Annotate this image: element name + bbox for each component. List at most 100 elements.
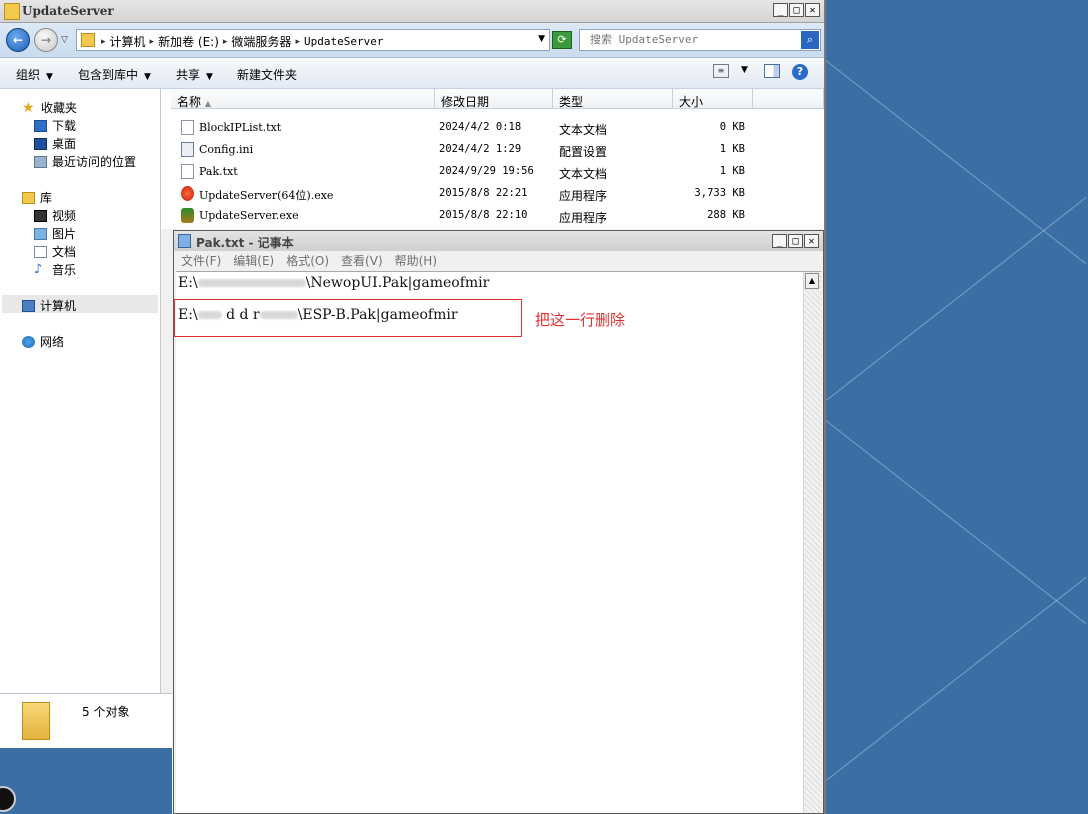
file-size: 0 KB — [719, 121, 745, 133]
nav-music[interactable]: ♪ 音乐 — [34, 261, 76, 278]
notepad-text-area[interactable]: E:\ \NewopUI.Pak|gameofmir E:\ d d r \ESP-… — [174, 271, 821, 813]
organize-button[interactable]: 组织 ▼ — [16, 66, 53, 83]
address-dropdown[interactable]: ▼ — [538, 34, 545, 44]
music-note-icon: ♪ — [34, 261, 43, 277]
search-input[interactable] — [590, 33, 795, 46]
file-row[interactable]: Config.ini 2024/4/2 1:29 配置设置 1 KB — [161, 139, 824, 161]
chevron-down-icon: ▼ — [206, 72, 213, 82]
search-icon[interactable]: ⌕ — [801, 31, 819, 49]
file-size: 288 KB — [707, 209, 745, 221]
video-icon — [34, 209, 47, 222]
recent-places-icon — [34, 155, 47, 168]
back-button[interactable]: ← — [6, 28, 30, 52]
annotation-label: 把这一行删除 — [535, 311, 626, 329]
menu-view[interactable]: 查看(V) — [341, 252, 383, 269]
column-header-type[interactable]: 类型 — [553, 89, 673, 109]
chevron-down-icon: ▼ — [46, 72, 53, 82]
config-file-icon — [181, 142, 194, 157]
watermark-line — [825, 420, 1087, 624]
exe-red-icon — [181, 186, 194, 201]
file-row[interactable]: UpdateServer(64位).exe 2015/8/8 22:21 应用程… — [161, 183, 824, 205]
notepad-window: Pak.txt - 记事本 _ □ ✕ 文件(F) 编辑(E) 格式(O) 查看… — [173, 230, 824, 814]
close-button[interactable]: ✕ — [805, 3, 820, 17]
watermark-line — [825, 60, 1087, 264]
column-header-empty — [753, 89, 824, 109]
notepad-titlebar[interactable]: Pak.txt - 记事本 _ □ ✕ — [174, 231, 823, 251]
details-pane: 5 个对象 — [0, 693, 172, 748]
breadcrumb-item[interactable]: 微端服务器 — [231, 33, 291, 50]
window-controls: _ □ ✕ — [772, 234, 819, 248]
file-type: 文本文档 — [559, 123, 608, 137]
scroll-up-icon[interactable]: ▲ — [805, 273, 819, 289]
command-bar: 组织 ▼ 包含到库中 ▼ 共享 ▼ 新建文件夹 ≡ ▼ ? — [0, 58, 824, 89]
recent-pages-dropdown[interactable]: ▽ — [61, 35, 68, 45]
nav-downloads[interactable]: 下载 — [34, 117, 76, 134]
menu-format[interactable]: 格式(O) — [286, 252, 329, 269]
menu-file[interactable]: 文件(F) — [181, 252, 221, 269]
nav-network[interactable]: 网络 — [22, 333, 64, 350]
notepad-menubar: 文件(F) 编辑(E) 格式(O) 查看(V) 帮助(H) — [174, 251, 823, 270]
search-box: ⌕ — [579, 29, 821, 51]
nav-favorites[interactable]: ★ 收藏夹 — [22, 99, 77, 116]
file-type: 配置设置 — [559, 145, 608, 159]
column-header-size[interactable]: 大小 — [673, 89, 753, 109]
nav-videos[interactable]: 视频 — [34, 207, 76, 224]
minimize-button[interactable]: _ — [772, 234, 787, 248]
refresh-button[interactable]: ⟳ — [552, 31, 572, 49]
file-modified: 2024/4/2 0:18 — [439, 121, 522, 133]
window-title: UpdateServer — [22, 4, 114, 18]
explorer-titlebar[interactable]: UpdateServer _ □ ✕ — [0, 0, 824, 23]
column-header-modified[interactable]: 修改日期 — [435, 89, 553, 109]
nav-pictures[interactable]: 图片 — [34, 225, 76, 242]
annotation-highlight-box — [174, 299, 522, 337]
menu-help[interactable]: 帮助(H) — [395, 252, 437, 269]
file-modified: 2024/9/29 19:56 — [439, 165, 534, 177]
address-box[interactable]: ▸ 计算机 ▸ 新加卷 (E:) ▸ 微端服务器 ▸ UpdateServer … — [76, 29, 550, 51]
close-button[interactable]: ✕ — [804, 234, 819, 248]
nav-recent-places[interactable]: 最近访问的位置 — [34, 153, 136, 170]
minimize-button[interactable]: _ — [773, 3, 788, 17]
nav-libraries[interactable]: 库 — [22, 189, 52, 206]
maximize-button[interactable]: □ — [789, 3, 804, 17]
text-file-icon — [181, 120, 194, 135]
file-size: 1 KB — [719, 143, 745, 155]
address-bar-row: ← → ▽ ▸ 计算机 ▸ 新加卷 (E:) ▸ 微端服务器 ▸ UpdateS… — [0, 23, 824, 58]
star-icon: ★ — [22, 99, 35, 116]
file-row[interactable]: BlockIPList.txt 2024/4/2 0:18 文本文档 0 KB — [161, 117, 824, 139]
maximize-button[interactable]: □ — [788, 234, 803, 248]
file-name: Config.ini — [199, 143, 254, 156]
download-folder-icon — [34, 119, 47, 132]
include-in-library-button[interactable]: 包含到库中 ▼ — [78, 66, 151, 83]
item-count: 5 个对象 — [82, 705, 130, 719]
file-list: 名称 ▲ 修改日期 类型 大小 BlockIPList.txt 2024/4/2… — [161, 89, 824, 229]
vertical-scrollbar[interactable]: ▲ — [803, 272, 821, 813]
breadcrumb-item[interactable]: 计算机 — [110, 33, 146, 50]
file-type: 文本文档 — [559, 167, 608, 181]
forward-button[interactable]: → — [34, 28, 58, 52]
menu-edit[interactable]: 编辑(E) — [233, 252, 274, 269]
desktop-icon — [34, 137, 47, 150]
new-folder-button[interactable]: 新建文件夹 — [237, 66, 297, 83]
breadcrumb: ▸ 计算机 ▸ 新加卷 (E:) ▸ 微端服务器 ▸ UpdateServer — [101, 33, 384, 50]
share-button[interactable]: 共享 ▼ — [176, 66, 213, 83]
window-controls: _ □ ✕ — [773, 3, 820, 17]
change-view-icon[interactable]: ≡ — [713, 64, 729, 78]
file-name: UpdateServer(64位).exe — [199, 189, 334, 202]
file-row[interactable]: UpdateServer.exe 2015/8/8 22:10 应用程序 288… — [161, 205, 824, 227]
folder-icon — [4, 3, 20, 20]
nav-documents[interactable]: 文档 — [34, 243, 76, 260]
chevron-down-icon: ▼ — [144, 72, 151, 82]
nav-computer[interactable]: 计算机 — [22, 297, 76, 314]
file-size: 3,733 KB — [694, 187, 745, 199]
breadcrumb-item[interactable]: UpdateServer — [304, 35, 383, 48]
preview-pane-icon[interactable] — [764, 64, 780, 78]
file-row[interactable]: Pak.txt 2024/9/29 19:56 文本文档 1 KB — [161, 161, 824, 183]
nav-desktop[interactable]: 桌面 — [34, 135, 76, 152]
notepad-icon — [178, 234, 191, 248]
breadcrumb-item[interactable]: 新加卷 (E:) — [158, 33, 219, 50]
help-icon[interactable]: ? — [792, 64, 808, 80]
file-modified: 2015/8/8 22:21 — [439, 187, 528, 199]
view-options-dropdown[interactable]: ▼ — [741, 65, 748, 75]
column-header-name[interactable]: 名称 ▲ — [171, 89, 435, 109]
watermark-line — [826, 196, 1087, 401]
